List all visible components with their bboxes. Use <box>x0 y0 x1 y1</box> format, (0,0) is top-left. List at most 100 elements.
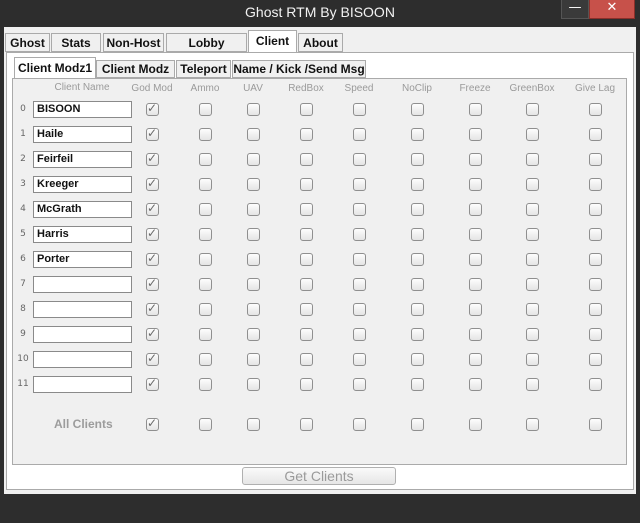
uav-checkbox[interactable] <box>247 103 260 116</box>
uav-checkbox[interactable] <box>247 303 260 316</box>
close-button[interactable]: ✕ <box>589 0 635 19</box>
speed-checkbox[interactable] <box>353 103 366 116</box>
redbox-checkbox[interactable] <box>300 228 313 241</box>
greenbox-checkbox[interactable] <box>526 178 539 191</box>
uav-checkbox[interactable] <box>247 203 260 216</box>
give-lag-checkbox[interactable] <box>589 378 602 391</box>
greenbox-checkbox[interactable] <box>526 328 539 341</box>
minimize-button[interactable]: — <box>561 0 589 19</box>
give-lag-checkbox[interactable] <box>589 178 602 191</box>
noclip-checkbox[interactable] <box>411 203 424 216</box>
all-clients-freeze-checkbox[interactable] <box>469 418 482 431</box>
give-lag-checkbox[interactable] <box>589 228 602 241</box>
uav-checkbox[interactable] <box>247 253 260 266</box>
subtab-client-modz-2[interactable]: Client Modz 2 <box>96 60 175 93</box>
greenbox-checkbox[interactable] <box>526 353 539 366</box>
ammo-checkbox[interactable] <box>199 228 212 241</box>
freeze-checkbox[interactable] <box>469 278 482 291</box>
ammo-checkbox[interactable] <box>199 128 212 141</box>
noclip-checkbox[interactable] <box>411 278 424 291</box>
uav-checkbox[interactable] <box>247 353 260 366</box>
uav-checkbox[interactable] <box>247 153 260 166</box>
give-lag-checkbox[interactable] <box>589 103 602 116</box>
freeze-checkbox[interactable] <box>469 153 482 166</box>
redbox-checkbox[interactable] <box>300 328 313 341</box>
noclip-checkbox[interactable] <box>411 303 424 316</box>
all-clients-give-lag-checkbox[interactable] <box>589 418 602 431</box>
ammo-checkbox[interactable] <box>199 328 212 341</box>
ammo-checkbox[interactable] <box>199 253 212 266</box>
god-mod-checkbox[interactable] <box>146 201 159 216</box>
noclip-checkbox[interactable] <box>411 178 424 191</box>
noclip-checkbox[interactable] <box>411 153 424 166</box>
subtab-client-modz1[interactable]: Client Modz1 <box>14 57 96 79</box>
client-name-field[interactable] <box>33 276 132 293</box>
freeze-checkbox[interactable] <box>469 353 482 366</box>
client-name-field[interactable]: BISOON <box>33 101 132 118</box>
client-name-field[interactable]: Harris <box>33 226 132 243</box>
noclip-checkbox[interactable] <box>411 328 424 341</box>
redbox-checkbox[interactable] <box>300 253 313 266</box>
speed-checkbox[interactable] <box>353 178 366 191</box>
god-mod-checkbox[interactable] <box>146 301 159 316</box>
greenbox-checkbox[interactable] <box>526 153 539 166</box>
all-clients-uav-checkbox[interactable] <box>247 418 260 431</box>
give-lag-checkbox[interactable] <box>589 328 602 341</box>
speed-checkbox[interactable] <box>353 328 366 341</box>
god-mod-checkbox[interactable] <box>146 176 159 191</box>
give-lag-checkbox[interactable] <box>589 278 602 291</box>
freeze-checkbox[interactable] <box>469 203 482 216</box>
greenbox-checkbox[interactable] <box>526 128 539 141</box>
noclip-checkbox[interactable] <box>411 228 424 241</box>
tab-ghost[interactable]: Ghost <box>5 33 50 52</box>
speed-checkbox[interactable] <box>353 203 366 216</box>
redbox-checkbox[interactable] <box>300 378 313 391</box>
give-lag-checkbox[interactable] <box>589 203 602 216</box>
noclip-checkbox[interactable] <box>411 103 424 116</box>
all-clients-greenbox-checkbox[interactable] <box>526 418 539 431</box>
ammo-checkbox[interactable] <box>199 153 212 166</box>
ammo-checkbox[interactable] <box>199 353 212 366</box>
speed-checkbox[interactable] <box>353 128 366 141</box>
redbox-checkbox[interactable] <box>300 353 313 366</box>
client-name-field[interactable]: McGrath <box>33 201 132 218</box>
greenbox-checkbox[interactable] <box>526 278 539 291</box>
all-clients-god-mod-checkbox[interactable] <box>146 416 159 431</box>
all-clients-redbox-checkbox[interactable] <box>300 418 313 431</box>
client-name-field[interactable] <box>33 351 132 368</box>
freeze-checkbox[interactable] <box>469 228 482 241</box>
redbox-checkbox[interactable] <box>300 278 313 291</box>
subtab-name-kick-send-msg[interactable]: Name / Kick /Send Msg <box>232 60 366 78</box>
client-name-field[interactable]: Porter <box>33 251 132 268</box>
give-lag-checkbox[interactable] <box>589 353 602 366</box>
tab-lobby-setting[interactable]: Lobby Setting <box>166 33 247 68</box>
ammo-checkbox[interactable] <box>199 103 212 116</box>
speed-checkbox[interactable] <box>353 303 366 316</box>
god-mod-checkbox[interactable] <box>146 126 159 141</box>
redbox-checkbox[interactable] <box>300 203 313 216</box>
client-name-field[interactable]: Kreeger <box>33 176 132 193</box>
god-mod-checkbox[interactable] <box>146 226 159 241</box>
uav-checkbox[interactable] <box>247 178 260 191</box>
client-name-field[interactable]: Feirfeil <box>33 151 132 168</box>
greenbox-checkbox[interactable] <box>526 228 539 241</box>
freeze-checkbox[interactable] <box>469 328 482 341</box>
noclip-checkbox[interactable] <box>411 128 424 141</box>
god-mod-checkbox[interactable] <box>146 251 159 266</box>
god-mod-checkbox[interactable] <box>146 326 159 341</box>
ammo-checkbox[interactable] <box>199 278 212 291</box>
client-name-field[interactable] <box>33 326 132 343</box>
freeze-checkbox[interactable] <box>469 378 482 391</box>
greenbox-checkbox[interactable] <box>526 303 539 316</box>
noclip-checkbox[interactable] <box>411 253 424 266</box>
give-lag-checkbox[interactable] <box>589 303 602 316</box>
speed-checkbox[interactable] <box>353 378 366 391</box>
uav-checkbox[interactable] <box>247 128 260 141</box>
god-mod-checkbox[interactable] <box>146 376 159 391</box>
speed-checkbox[interactable] <box>353 353 366 366</box>
greenbox-checkbox[interactable] <box>526 378 539 391</box>
ammo-checkbox[interactable] <box>199 178 212 191</box>
freeze-checkbox[interactable] <box>469 103 482 116</box>
client-name-field[interactable] <box>33 376 132 393</box>
freeze-checkbox[interactable] <box>469 178 482 191</box>
